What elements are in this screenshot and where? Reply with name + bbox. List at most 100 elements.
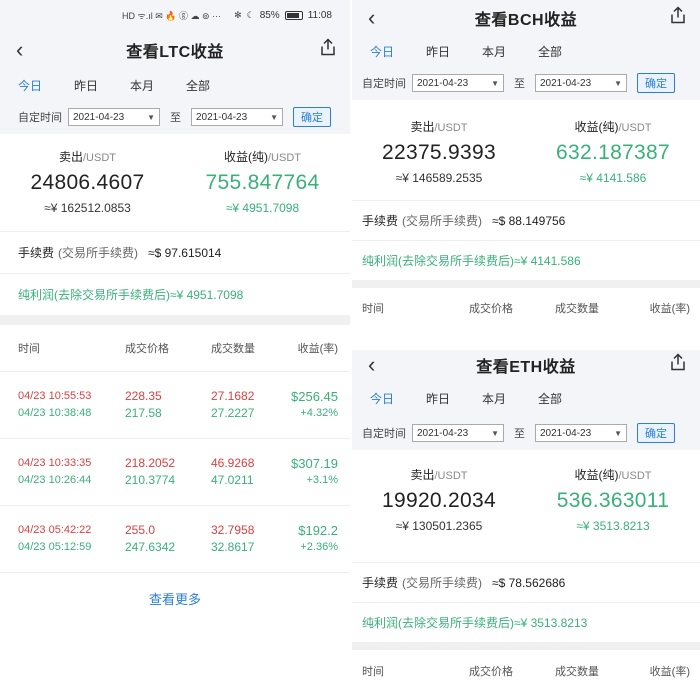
caret-down-icon: ▼ bbox=[491, 428, 499, 438]
tab-today[interactable]: 今日 bbox=[370, 390, 394, 407]
page-title: 查看LTC收益 bbox=[126, 44, 224, 61]
sell-time: 04/23 10:33:35 bbox=[18, 457, 92, 469]
fee-value: ≈$ 88.149756 bbox=[492, 213, 566, 228]
sell-label: 卖出 bbox=[410, 120, 435, 134]
tab-yesterday[interactable]: 昨日 bbox=[74, 77, 98, 94]
tab-all[interactable]: 全部 bbox=[538, 390, 562, 407]
section-divider bbox=[0, 315, 350, 325]
profit-summary: 收益(纯)/USDT 632.187387 ≈¥ 4141.586 bbox=[526, 118, 700, 200]
unit-label: /USDT bbox=[268, 152, 301, 164]
fee-value: ≈$ 78.562686 bbox=[492, 575, 566, 590]
caret-down-icon: ▼ bbox=[147, 112, 155, 122]
battery-icon bbox=[284, 10, 303, 20]
sell-price: 255.0 bbox=[125, 523, 156, 537]
row-profit: $307.19 bbox=[291, 456, 338, 471]
date-from-select[interactable]: 2021-04-23 ▼ bbox=[412, 424, 504, 442]
tab-all[interactable]: 全部 bbox=[186, 77, 210, 94]
sell-label: 卖出 bbox=[410, 468, 435, 482]
date-label: 自定时间 bbox=[18, 112, 62, 124]
table-row: 04/23 10:33:35 04/23 10:26:44 218.2052 210… bbox=[0, 438, 350, 505]
status-time: 11:08 bbox=[307, 9, 332, 21]
confirm-button[interactable]: 确定 bbox=[293, 107, 331, 127]
tab-today[interactable]: 今日 bbox=[370, 43, 394, 60]
row-rate: +4.32% bbox=[300, 407, 338, 419]
notification-icons: HD ᯤ.ıl ✉ 🔥 ⓖ ☁ ⊚ ··· bbox=[122, 10, 221, 21]
fee-note: (交易所手续费) bbox=[402, 576, 483, 590]
table-header: 时间 成交价格 成交数量 收益(率) bbox=[0, 325, 350, 371]
date-label: 自定时间 bbox=[362, 78, 406, 90]
date-separator: 至 bbox=[170, 112, 181, 124]
confirm-button[interactable]: 确定 bbox=[637, 73, 675, 93]
col-profit: 收益(率) bbox=[297, 343, 338, 355]
view-more-link[interactable]: 查看更多 bbox=[0, 572, 350, 632]
buy-qty: 32.8617 bbox=[211, 540, 255, 554]
tab-yesterday[interactable]: 昨日 bbox=[426, 43, 450, 60]
profit-cny: ≈¥ 3513.8213 bbox=[576, 519, 650, 533]
share-icon[interactable] bbox=[670, 6, 686, 30]
tab-yesterday[interactable]: 昨日 bbox=[426, 390, 450, 407]
share-icon[interactable] bbox=[320, 38, 336, 62]
tab-month[interactable]: 本月 bbox=[482, 390, 506, 407]
sell-value: 19920.2034 bbox=[382, 489, 496, 512]
ltc-header-area: HD ᯤ.ıl ✉ 🔥 ⓖ ☁ ⊚ ··· ✻ ☾ 85% 11:08 ‹ 查看… bbox=[0, 0, 350, 134]
unit-label: /USDT bbox=[434, 122, 468, 134]
chevron-left-icon[interactable]: ‹ bbox=[368, 354, 375, 376]
tab-month[interactable]: 本月 bbox=[130, 77, 154, 94]
period-tabs: 今日 昨日 本月 全部 bbox=[352, 380, 700, 416]
date-to-select[interactable]: 2021-04-23 ▼ bbox=[535, 424, 627, 442]
date-to-select[interactable]: 2021-04-23 ▼ bbox=[191, 108, 283, 126]
date-filter: 自定时间 2021-04-23 ▼ 至 2021-04-23 ▼ 确定 bbox=[352, 66, 700, 100]
date-to-select[interactable]: 2021-04-23 ▼ bbox=[535, 74, 627, 92]
col-profit: 收益(率) bbox=[649, 303, 690, 315]
buy-time: 04/23 10:38:48 bbox=[18, 407, 92, 419]
share-icon[interactable] bbox=[670, 353, 686, 377]
profit-summary: 收益(纯)/USDT 536.363011 ≈¥ 3513.8213 bbox=[526, 466, 700, 562]
sell-price: 218.2052 bbox=[125, 456, 176, 470]
section-divider bbox=[352, 280, 700, 288]
buy-price: 247.6342 bbox=[125, 540, 176, 554]
sell-qty: 46.9268 bbox=[211, 456, 255, 470]
tab-today[interactable]: 今日 bbox=[18, 77, 42, 94]
eth-header-area: ‹ 查看ETH收益 今日 昨日 本月 全部 自定时间 2021-04-23 ▼ 至… bbox=[352, 350, 700, 450]
page-title: 查看BCH收益 bbox=[474, 12, 578, 29]
page-title: 查看ETH收益 bbox=[476, 359, 576, 376]
date-from-select[interactable]: 2021-04-23 ▼ bbox=[412, 74, 504, 92]
col-price: 成交价格 bbox=[125, 343, 169, 355]
profit-cny: ≈¥ 4141.586 bbox=[579, 171, 647, 185]
date-to-value: 2021-04-23 bbox=[196, 111, 248, 123]
tab-month[interactable]: 本月 bbox=[482, 43, 506, 60]
period-tabs: 今日 昨日 本月 全部 bbox=[0, 70, 350, 100]
caret-down-icon: ▼ bbox=[614, 78, 622, 88]
unit-label: /USDT bbox=[618, 122, 652, 134]
date-from-select[interactable]: 2021-04-23 ▼ bbox=[68, 108, 160, 126]
date-separator: 至 bbox=[514, 428, 525, 440]
confirm-button[interactable]: 确定 bbox=[637, 423, 675, 443]
table-row: 04/23 10:55:53 04/23 10:38:48 228.35 217.5… bbox=[0, 371, 350, 438]
fee-label: 手续费 bbox=[362, 576, 399, 590]
date-filter: 自定时间 2021-04-23 ▼ 至 2021-04-23 ▼ 确定 bbox=[0, 100, 350, 134]
chevron-left-icon[interactable]: ‹ bbox=[16, 39, 23, 61]
bch-header-area: ‹ 查看BCH收益 今日 昨日 本月 全部 自定时间 2021-04-23 ▼ 至… bbox=[352, 0, 700, 100]
net-profit-row: 纯利润(去除交易所手续费后)≈¥ 4951.7098 bbox=[0, 273, 350, 315]
date-to-value: 2021-04-23 bbox=[540, 77, 592, 89]
col-qty: 成交数量 bbox=[211, 343, 255, 355]
date-label: 自定时间 bbox=[362, 428, 406, 440]
caret-down-icon: ▼ bbox=[614, 428, 622, 438]
col-qty: 成交数量 bbox=[555, 303, 599, 315]
tab-all[interactable]: 全部 bbox=[538, 43, 562, 60]
table-row: 04/23 05:42:22 04/23 05:12:59 255.0 247.63… bbox=[0, 505, 350, 572]
fee-row: 手续费 (交易所手续费) ≈$ 78.562686 bbox=[352, 562, 700, 602]
buy-price: 210.3774 bbox=[125, 473, 176, 487]
status-icons-left: HD ᯤ.ıl ✉ 🔥 ⓖ ☁ ⊚ ··· bbox=[122, 9, 221, 22]
date-from-value: 2021-04-23 bbox=[417, 427, 469, 439]
sell-label: 卖出 bbox=[58, 150, 83, 164]
summary: 卖出/USDT 22375.9393 ≈¥ 146589.2535 收益(纯)/… bbox=[352, 100, 700, 200]
chevron-left-icon[interactable]: ‹ bbox=[368, 7, 375, 29]
net-profit-label: 纯利润(去除交易所手续费后)≈¥ 4141.586 bbox=[362, 254, 581, 268]
col-price: 成交价格 bbox=[469, 666, 513, 678]
summary: 卖出/USDT 24806.4607 ≈¥ 162512.0853 收益(纯)/… bbox=[0, 134, 350, 231]
status-icons-right: ✻ ☾ 85% 11:08 bbox=[234, 10, 332, 21]
net-profit-row: 纯利润(去除交易所手续费后)≈¥ 3513.8213 bbox=[352, 602, 700, 642]
fee-note: (交易所手续费) bbox=[402, 214, 483, 228]
sell-summary: 卖出/USDT 24806.4607 ≈¥ 162512.0853 bbox=[0, 148, 175, 231]
